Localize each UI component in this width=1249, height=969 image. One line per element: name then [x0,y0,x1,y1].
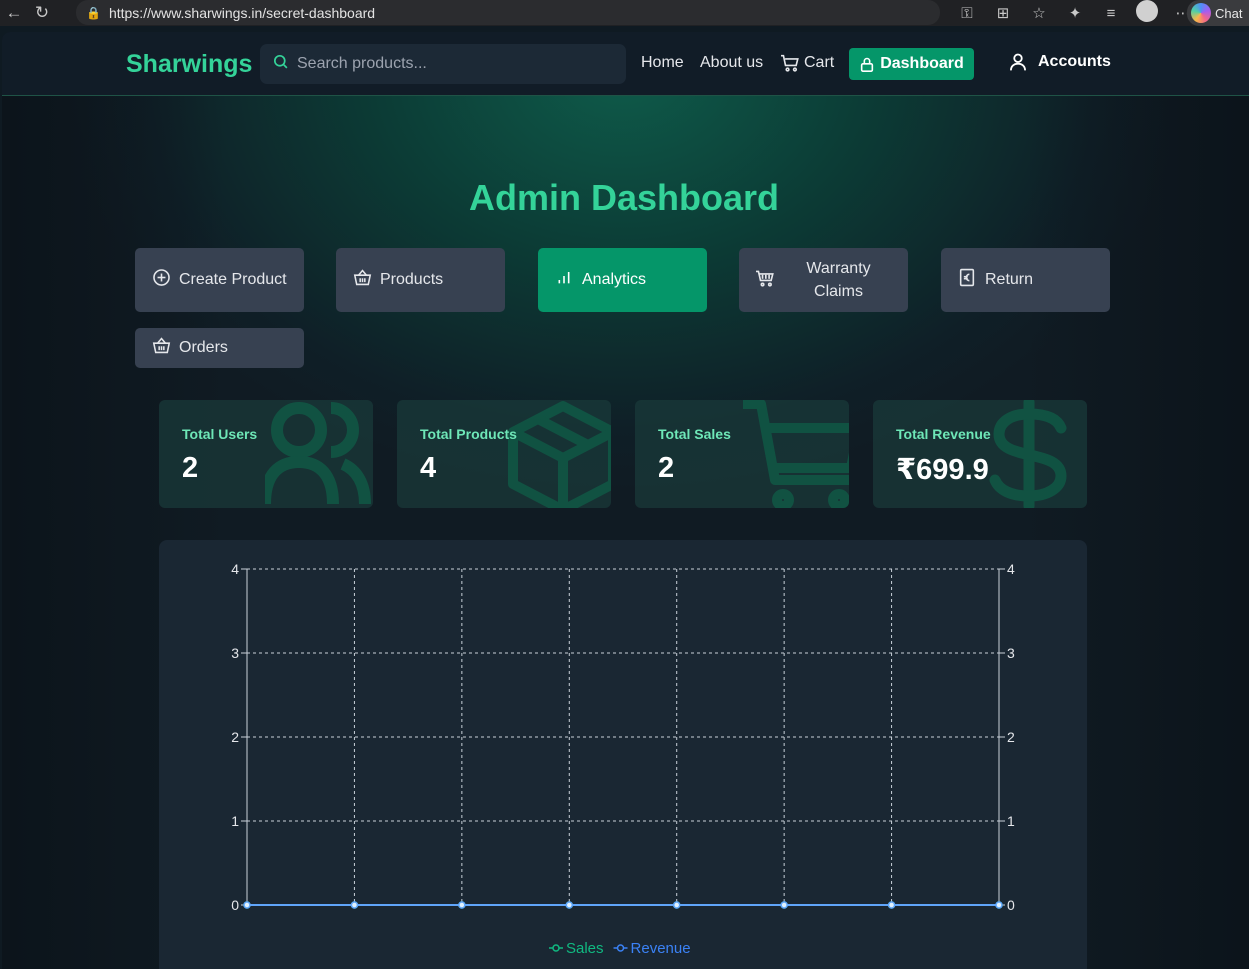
nav-about[interactable]: About us [700,54,763,72]
stat-label: Total Products [420,426,517,442]
stat-value: 2 [658,452,675,484]
extensions-icon[interactable]: ✦ [1060,4,1090,22]
y-tick-label-right: 2 [1007,729,1015,745]
lock-icon: 🔒 [86,5,101,20]
data-point-revenue [350,901,359,909]
browser-icons: ⚿ ⊞ ☆ ✦ ≡ ⋯ [952,0,1198,26]
search-icon [272,53,289,75]
search-input[interactable] [297,55,597,73]
users-icon [265,402,371,505]
cart-icon [781,54,799,72]
favorites-icon[interactable]: ≡ [1096,5,1126,22]
legend-label: Revenue [631,940,691,957]
y-tick-label-right: 4 [1007,561,1015,577]
legend-swatch-dot [616,944,625,952]
tab-orders[interactable]: Orders [135,328,304,368]
y-tick-label-left: 2 [231,729,239,745]
dashboard-button[interactable]: Dashboard [849,48,974,80]
page-title: Admin Dashboard [468,177,780,218]
tab-label: Warranty Claims [806,260,871,300]
package-icon [508,401,611,508]
tab-create-product[interactable]: Create Product [135,248,304,312]
tab-label: Create Product [179,271,287,288]
key-icon[interactable]: ⚿ [952,5,982,22]
data-point-revenue [887,901,896,909]
y-tick-label-right: 3 [1007,645,1015,661]
tab-products[interactable]: Products [336,248,505,312]
stat-card-sales: Total Sales 2 [635,400,849,508]
tab-label: Orders [179,339,228,356]
profile-icon[interactable] [1132,0,1162,26]
data-point-revenue [672,901,681,909]
chat-label: Chat [1215,5,1243,21]
plus-circle-icon [151,268,171,292]
euro-receipt-icon [957,268,977,292]
data-point-revenue [780,901,788,909]
dashboard-label: Dashboard [880,55,964,72]
stat-label: Total Sales [658,426,731,442]
data-point-revenue [565,901,574,909]
back-icon[interactable]: ← [0,0,28,26]
basket-icon [151,337,171,359]
accounts-link[interactable]: Accounts [1008,52,1111,72]
accounts-label: Accounts [1038,53,1111,70]
page: Sharwings Home About us Cart Dashboard A… [2,32,1249,969]
stat-label: Total Revenue [896,426,991,442]
stat-card-users: Total Users 2 [159,400,373,508]
user-icon [1010,53,1026,71]
shopping-cart-icon [755,269,775,292]
stat-value: ₹699.9 [896,454,989,486]
data-point-revenue [995,901,1003,909]
nav-cart-label: Cart [804,54,835,71]
stat-value: 4 [420,452,437,484]
y-tick-label-right: 1 [1007,813,1015,829]
analytics-line-chart: 0 0 1 1 2 2 3 3 4 4 Sales Revenue [231,561,1015,957]
chat-button[interactable]: Chat [1187,0,1249,26]
stat-card-revenue: Total Revenue ₹699.9 [873,400,1087,508]
stat-value: 2 [182,452,199,484]
tab-label: Products [380,271,444,288]
y-tick-label-left: 3 [231,645,239,661]
tab-analytics[interactable]: Analytics [538,248,707,312]
tab-label: Analytics [582,271,647,288]
brand-logo[interactable]: Sharwings [126,50,252,79]
url-text: https://www.sharwings.in/secret-dashboar… [108,4,376,21]
y-tick-label-left: 0 [231,897,239,913]
legend-swatch-dot [552,944,560,952]
stat-label: Total Users [182,426,258,442]
copilot-icon [1191,3,1211,23]
analytics-chart-card: 0 0 1 1 2 2 3 3 4 4 Sales Revenue [159,540,1087,969]
nav-cart[interactable]: Cart [780,54,834,72]
dollar-icon [989,400,1067,508]
top-nav: Sharwings Home About us Cart Dashboard A… [2,32,1249,96]
star-icon[interactable]: ☆ [1024,4,1054,22]
tab-warranty-claims[interactable]: Warranty Claims [739,248,908,312]
data-point-revenue [243,901,251,909]
nav-home[interactable]: Home [641,54,684,72]
basket-icon [352,269,372,291]
y-tick-label-left: 4 [231,561,239,577]
y-tick-label-left: 1 [231,813,239,829]
refresh-icon[interactable]: ↻ [28,0,56,26]
address-bar[interactable]: 🔒 https://www.sharwings.in/secret-dashbo… [76,0,940,25]
lock-icon [861,57,874,72]
grid-icon[interactable]: ⊞ [988,4,1018,22]
legend-label: Sales [566,940,604,957]
tab-label: Return [985,271,1034,288]
tab-return[interactable]: Return [941,248,1110,312]
cart-icon [743,400,849,508]
y-tick-label-right: 0 [1007,897,1015,913]
bar-chart-icon [554,270,574,291]
search-box [260,44,626,84]
data-point-revenue [458,901,466,909]
stat-card-products: Total Products 4 [397,400,611,508]
